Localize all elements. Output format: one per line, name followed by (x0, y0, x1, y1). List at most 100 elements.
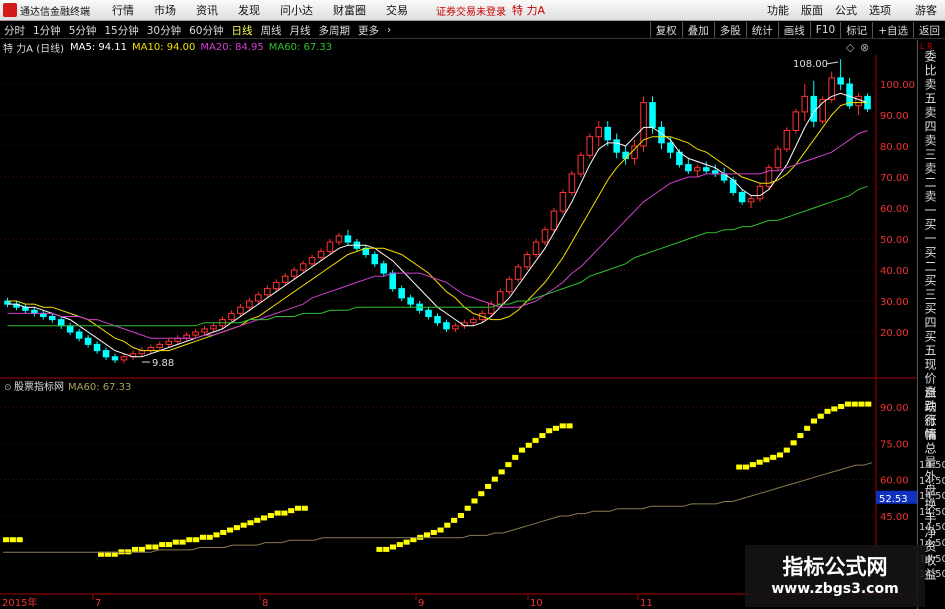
indicator-bar (804, 425, 811, 431)
indicator-bar (437, 527, 444, 533)
indicator-bar (498, 469, 505, 475)
candle-body (855, 95, 862, 107)
price-tick-label: 20.00 (880, 328, 909, 339)
indicator-tick-label: 75.00 (880, 439, 909, 450)
candle-body (335, 235, 343, 243)
indicator-bar (3, 537, 10, 543)
price-tick-label: 40.00 (880, 266, 909, 277)
candle-body (192, 331, 199, 336)
candle-body (622, 151, 629, 159)
candle-body (559, 192, 567, 212)
indicator-bar (505, 462, 512, 468)
candle-body (613, 139, 620, 153)
candle-body (792, 111, 800, 132)
indicator-bar (485, 483, 492, 489)
candle-body (452, 325, 459, 330)
indicator-bar (240, 522, 247, 528)
indicator-bar (131, 546, 139, 552)
watermark: 指标公式网 www.zbgs3.com (745, 545, 925, 607)
candle-body (407, 297, 414, 305)
indicator-bar (233, 525, 240, 531)
date-tick-label: 11 (640, 598, 653, 609)
indicator-bar (301, 505, 308, 511)
indicator-series (3, 401, 873, 557)
candle-body (496, 291, 504, 305)
candle-body (380, 263, 388, 274)
indicator-bar (770, 454, 777, 460)
candle-body (577, 154, 585, 175)
candle-body (398, 288, 405, 299)
candle-body (156, 343, 164, 348)
indicator-bar (288, 508, 295, 514)
date-tick-label: 7 (95, 598, 101, 609)
candle-body (93, 343, 101, 352)
indicator-bar (274, 510, 281, 516)
candle-body (505, 278, 513, 293)
candle-body (694, 167, 701, 172)
auto-quote-label[interactable]: 自动行情 (923, 386, 937, 442)
indicator-bar (220, 529, 227, 535)
indicator-ma-line (3, 462, 873, 553)
indicator-bar (824, 408, 831, 414)
indicator-bar (512, 454, 519, 460)
kline-chart[interactable]: 100.00 90.00 80.00 70.00 60.00 50.00 40.00 30.0… (0, 0, 917, 609)
high-annotation: 108.00 (793, 59, 828, 70)
price-tick-label: 50.00 (880, 235, 909, 246)
candle-body (837, 77, 844, 85)
indicator-bar (16, 537, 23, 543)
candle-body (48, 316, 56, 321)
candle-body (631, 145, 638, 159)
candle-body (801, 95, 809, 113)
candle-body (702, 167, 710, 172)
indicator-bar (790, 440, 797, 446)
panel-close-icon: ⊗ (860, 41, 869, 54)
indicator-bar (797, 433, 804, 439)
candle-body (586, 136, 594, 156)
indicator-tick-label: 60.00 (880, 476, 909, 487)
indicator-bar (9, 537, 16, 543)
low-annotation: 9.88 (152, 358, 174, 369)
indicator-bar (552, 425, 560, 431)
indicator-bar (213, 532, 220, 538)
indicator-bar (423, 532, 431, 538)
indicator-bar (844, 401, 851, 407)
candle-body (541, 229, 549, 243)
price-tick-label: 80.00 (880, 142, 909, 153)
candle-body (165, 340, 173, 345)
indicator-bar (546, 428, 553, 434)
indicator-title: 股票指标网 (14, 380, 64, 393)
candle-body (434, 316, 441, 324)
candle-body (783, 130, 791, 150)
indicator-bar (865, 401, 872, 407)
tool-back[interactable]: 返回 (913, 22, 945, 38)
panel-settings-icon: ◇ (846, 41, 855, 54)
candle-body (604, 126, 611, 141)
indicator-bar (260, 515, 268, 521)
indicator-bar (186, 537, 193, 543)
indicator-tick-label: 45.00 (880, 512, 909, 523)
indicator-bar (267, 513, 274, 518)
indicator-bar (491, 476, 498, 482)
indicator-bar (525, 442, 532, 448)
candle-body (201, 328, 208, 333)
candle-body (756, 185, 764, 200)
indicator-bar (478, 491, 485, 497)
time-entry: 14:50 (919, 491, 945, 503)
candlestick-series (4, 59, 871, 364)
candle-body (281, 275, 289, 283)
guest-user[interactable]: 游客 (915, 2, 937, 18)
quote-side-panel: L R 委比卖五卖四卖三卖二卖一买一买二买三买四买五现价涨跌涨幅总量外盘换手净资… (917, 40, 945, 609)
indicator-bar (749, 462, 756, 468)
candle-body (317, 250, 325, 259)
indicator-bar (518, 447, 526, 453)
indicator-ma-label: MA60: 67.33 (68, 382, 131, 393)
candle-body (237, 306, 244, 314)
indicator-bar (254, 517, 261, 523)
indicator-bar (227, 527, 234, 533)
candle-body (264, 288, 271, 296)
candle-body (425, 309, 432, 317)
indicator-bar (159, 542, 166, 548)
candle-body (595, 126, 603, 138)
candle-body (246, 300, 253, 308)
candle-body (290, 269, 298, 277)
